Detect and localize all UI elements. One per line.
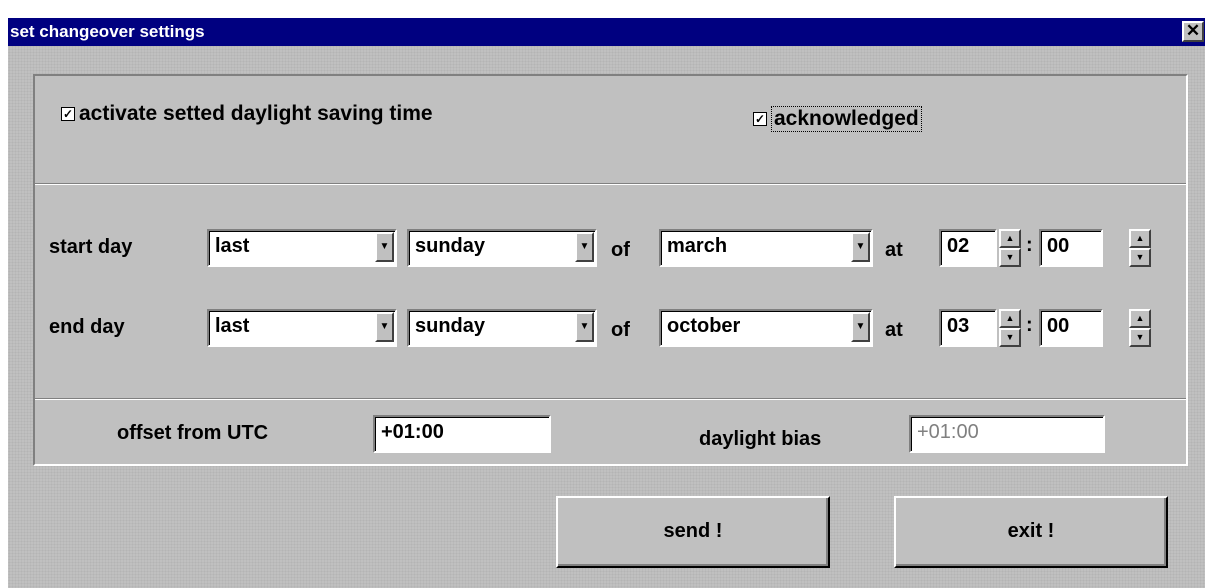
end-weekday-value: sunday: [407, 309, 597, 347]
start-at-label: at: [885, 239, 903, 261]
send-button[interactable]: send !: [556, 496, 830, 568]
spin-up-icon[interactable]: ▲: [999, 309, 1021, 328]
start-weekday-value: sunday: [407, 229, 597, 267]
close-icon: ✕: [1185, 21, 1201, 40]
dropdown-arrow-icon[interactable]: ▼: [851, 232, 870, 262]
end-month-select[interactable]: october ▼: [659, 309, 873, 347]
exit-button[interactable]: exit !: [894, 496, 1168, 568]
end-minute-input[interactable]: 00: [1039, 309, 1103, 347]
start-hour-spinner[interactable]: ▲ ▼: [999, 229, 1021, 267]
end-weekday-select[interactable]: sunday ▼: [407, 309, 597, 347]
start-of-label: of: [611, 239, 630, 261]
spin-down-icon[interactable]: ▼: [1129, 328, 1151, 347]
end-at-label: at: [885, 319, 903, 341]
dropdown-arrow-icon[interactable]: ▼: [575, 312, 594, 342]
activate-dst-checkbox[interactable]: ✓ activate setted daylight saving time: [61, 102, 433, 126]
offset-utc-label: offset from UTC: [117, 422, 269, 444]
daylight-bias-input: +01:00: [909, 415, 1105, 453]
end-hour-input[interactable]: 03: [939, 309, 997, 347]
start-month-value: march: [659, 229, 873, 267]
end-week-value: last: [207, 309, 397, 347]
spin-down-icon[interactable]: ▼: [999, 248, 1021, 267]
check-icon: ✓: [753, 112, 767, 126]
start-minute-spinner[interactable]: ▲ ▼: [1129, 229, 1151, 267]
title-bar[interactable]: set changeover settings ✕: [8, 18, 1205, 46]
spin-down-icon[interactable]: ▼: [1129, 248, 1151, 267]
spin-up-icon[interactable]: ▲: [999, 229, 1021, 248]
daylight-bias-label: daylight bias: [699, 428, 822, 450]
acknowledged-checkbox[interactable]: ✓ acknowledged: [753, 106, 922, 132]
spin-up-icon[interactable]: ▲: [1129, 229, 1151, 248]
dropdown-arrow-icon[interactable]: ▼: [375, 232, 394, 262]
start-hour-input[interactable]: 02: [939, 229, 997, 267]
close-button[interactable]: ✕: [1182, 21, 1204, 42]
start-month-select[interactable]: march ▼: [659, 229, 873, 267]
end-time-colon: :: [1026, 314, 1033, 336]
end-month-value: october: [659, 309, 873, 347]
spin-down-icon[interactable]: ▼: [999, 328, 1021, 347]
end-day-label: end day: [49, 316, 125, 338]
offset-utc-input[interactable]: +01:00: [373, 415, 551, 453]
start-weekday-select[interactable]: sunday ▼: [407, 229, 597, 267]
dropdown-arrow-icon[interactable]: ▼: [851, 312, 870, 342]
window-title: set changeover settings: [10, 22, 205, 41]
settings-panel: ✓ activate setted daylight saving time ✓…: [33, 74, 1188, 466]
end-week-select[interactable]: last ▼: [207, 309, 397, 347]
dialog-window: set changeover settings ✕ ✓ activate set…: [8, 18, 1205, 588]
separator-top: [35, 183, 1186, 185]
dropdown-arrow-icon[interactable]: ▼: [375, 312, 394, 342]
end-minute-spinner[interactable]: ▲ ▼: [1129, 309, 1151, 347]
end-hour-spinner[interactable]: ▲ ▼: [999, 309, 1021, 347]
separator-bottom: [35, 398, 1186, 400]
activate-dst-label: activate setted daylight saving time: [79, 102, 433, 125]
acknowledged-label: acknowledged: [771, 106, 922, 132]
dropdown-arrow-icon[interactable]: ▼: [575, 232, 594, 262]
start-minute-input[interactable]: 00: [1039, 229, 1103, 267]
start-week-select[interactable]: last ▼: [207, 229, 397, 267]
end-of-label: of: [611, 319, 630, 341]
start-week-value: last: [207, 229, 397, 267]
spin-up-icon[interactable]: ▲: [1129, 309, 1151, 328]
start-day-label: start day: [49, 236, 133, 258]
start-time-colon: :: [1026, 234, 1033, 256]
check-icon: ✓: [61, 107, 75, 121]
